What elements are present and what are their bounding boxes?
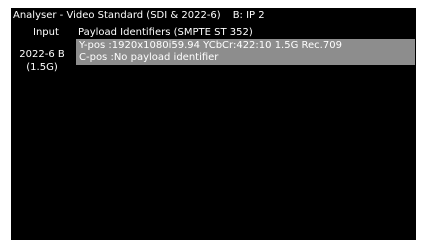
bank-indicator: B: IP 2 xyxy=(232,10,265,21)
c-pos-payload: C-pos :No payload identifier xyxy=(79,52,219,63)
column-header-input: Input xyxy=(33,27,59,38)
payload-identifier-row[interactable]: Y-pos :1920x1080i59.94 YCbCr:422:10 1.5G… xyxy=(76,39,415,65)
column-header-payload: Payload Identifiers (SMPTE ST 352) xyxy=(78,27,253,38)
window-title: Analyser - Video Standard (SDI & 2022-6) xyxy=(13,10,221,21)
input-source-name: 2022-6 B xyxy=(19,49,65,60)
input-source-cell[interactable]: 2022-6 B (1.5G) xyxy=(11,48,73,74)
window-title-bar: Analyser - Video Standard (SDI & 2022-6)… xyxy=(13,9,265,23)
input-source-rate: (1.5G) xyxy=(26,62,58,73)
analyser-screen: Analyser - Video Standard (SDI & 2022-6)… xyxy=(11,8,416,240)
